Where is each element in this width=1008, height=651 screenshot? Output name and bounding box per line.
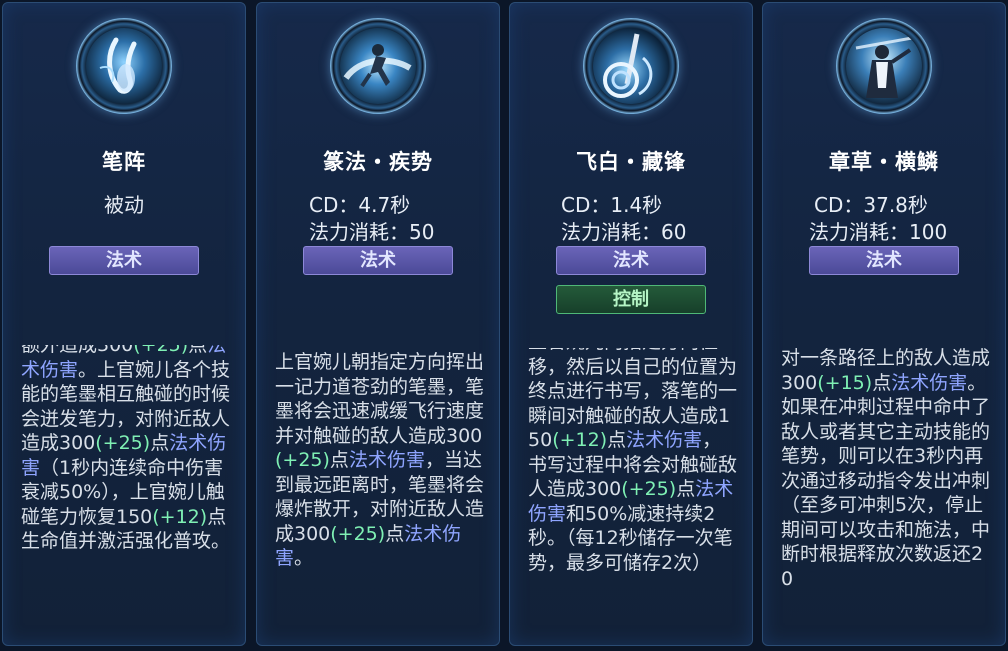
- skill-description: 额外造成300(+25)点法术伤害。上官婉儿各个技能的笔墨相互触碰的时候会迸发笔…: [21, 345, 231, 552]
- skill-name: 篆法・疾势: [323, 150, 433, 174]
- skill-card-4[interactable]: 章草・横鳞 CD：37.8秒 法力消耗：100 法术 对一条路径上的敌人造成30…: [762, 2, 1006, 646]
- skill-card-3[interactable]: 飞白・藏锋 CD：1.4秒 法力消耗：60 法术 控制 上官婉儿向指定方向位移，…: [509, 2, 753, 646]
- skill-name: 章草・横鳞: [829, 150, 939, 174]
- cooldown-label: CD：1.4秒: [561, 193, 663, 217]
- skill-description: 上官婉儿向指定方向位移，然后以自己的位置为终点进行书写，落笔的一瞬间对触碰的敌人…: [528, 348, 738, 574]
- mana-cost-label: 法力消耗：50: [309, 220, 435, 244]
- cooldown-label: CD：37.8秒: [814, 193, 928, 217]
- skill-icon-frame: [330, 18, 426, 114]
- warrior-leap-icon: [340, 28, 416, 104]
- description-area[interactable]: 对一条路径上的敌人造成300(+15)点法术伤害。如果在冲刺过程中命中了敌人或者…: [763, 346, 1005, 621]
- brush-scroll-icon: [86, 28, 162, 104]
- skill-description: 上官婉儿朝指定方向挥出一记力道苍劲的笔墨，笔墨将会迅速减缓飞行速度并对触碰的敌人…: [275, 351, 485, 569]
- description-area[interactable]: 上官婉儿朝指定方向挥出一记力道苍劲的笔墨，笔墨将会迅速减缓飞行速度并对触碰的敌人…: [257, 348, 499, 623]
- tag-magic: 法术: [303, 246, 453, 275]
- tag-control: 控制: [556, 285, 706, 314]
- skill-name: 笔阵: [102, 150, 146, 174]
- description-area[interactable]: 额外造成300(+25)点法术伤害。上官婉儿各个技能的笔墨相互触碰的时候会迸发笔…: [3, 345, 245, 623]
- tag-magic: 法术: [809, 246, 959, 275]
- tag-magic: 法术: [49, 246, 199, 275]
- tag-magic: 法术: [556, 246, 706, 275]
- description-area[interactable]: 上官婉儿向指定方向位移，然后以自己的位置为终点进行书写，落笔的一瞬间对触碰的敌人…: [510, 348, 752, 618]
- skill-icon-frame: [76, 18, 172, 114]
- staff-swirl-icon: [593, 28, 669, 104]
- skill-description: 对一条路径上的敌人造成300(+15)点法术伤害。如果在冲刺过程中命中了敌人或者…: [781, 347, 991, 590]
- skill-card-2[interactable]: 篆法・疾势 CD：4.7秒 法力消耗：50 法术 上官婉儿朝指定方向挥出一记力道…: [256, 2, 500, 646]
- skill-card-1[interactable]: 笔阵 被动 法术 额外造成300(+25)点法术伤害。上官婉儿各个技能的笔墨相互…: [2, 2, 246, 646]
- skill-icon-frame: [836, 18, 932, 114]
- cooldown-label: CD：4.7秒: [309, 193, 411, 217]
- passive-label: 被动: [104, 193, 144, 217]
- skill-icon-frame: [583, 18, 679, 114]
- skill-name: 飞白・藏锋: [576, 150, 686, 174]
- mana-cost-label: 法力消耗：60: [561, 220, 687, 244]
- heroine-dash-icon: [846, 28, 922, 104]
- mana-cost-label: 法力消耗：100: [809, 220, 948, 244]
